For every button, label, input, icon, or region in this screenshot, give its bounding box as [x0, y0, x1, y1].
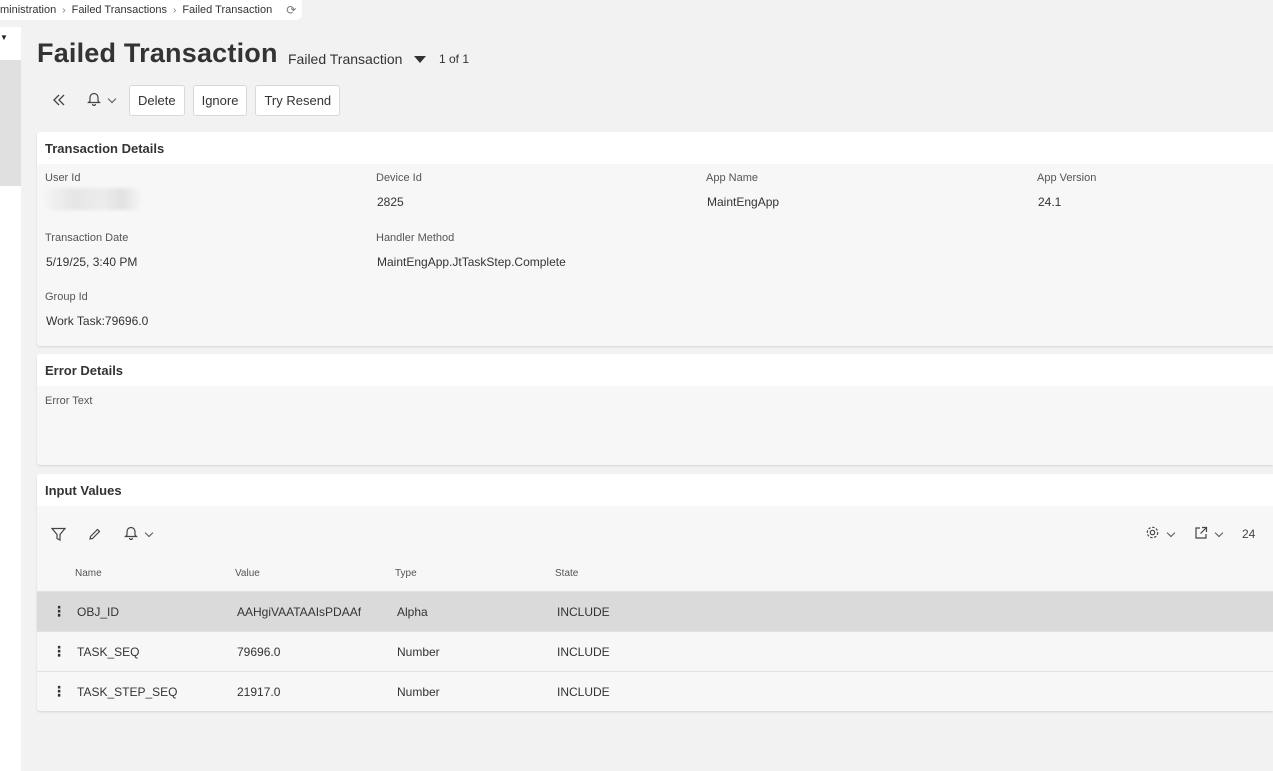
command-toolbar: Delete Ignore Try Resend	[45, 84, 348, 116]
pencil-icon[interactable]	[88, 519, 102, 549]
panel-title: Input Values	[37, 474, 1273, 506]
refresh-icon[interactable]: ⟳	[286, 3, 296, 17]
chevron-down-icon	[144, 528, 154, 537]
filter-icon[interactable]	[51, 519, 66, 549]
chevron-down-icon	[1214, 528, 1224, 537]
gear-icon	[1145, 525, 1160, 543]
export-menu[interactable]	[1194, 519, 1224, 549]
cell-state: INCLUDE	[557, 685, 610, 699]
field-label: App Version	[1037, 172, 1097, 184]
field-label: Handler Method	[376, 232, 455, 244]
chevron-right-icon: ›	[62, 4, 66, 16]
field-value: 2825	[377, 195, 404, 209]
page-title: Failed Transaction	[37, 38, 278, 68]
user-id-field: User Id	[45, 172, 141, 210]
cell-state: INCLUDE	[557, 605, 610, 619]
chevron-right-icon: ›	[172, 4, 177, 16]
cell-value: 79696.0	[237, 645, 281, 659]
settings-menu[interactable]	[1145, 519, 1176, 549]
nav-toggle-icon[interactable]: ▼	[0, 33, 10, 43]
record-selector-label: Failed Transaction	[288, 51, 403, 67]
kebab-icon[interactable]: ⋮	[52, 644, 66, 658]
error-details-panel: Error Details Error Text	[37, 354, 1273, 465]
breadcrumb-item-failed-transactions[interactable]: Failed Transactions	[72, 4, 167, 16]
export-icon	[1194, 526, 1208, 543]
device-id-field: Device Id 2825	[376, 172, 422, 209]
kebab-icon[interactable]: ⋮	[52, 604, 66, 618]
table-row[interactable]: ⋮ OBJ_ID AAHgiVAATAAIsPDAAf Alpha INCLUD…	[37, 591, 1273, 631]
field-label: Transaction Date	[45, 232, 129, 244]
field-label: App Name	[706, 172, 758, 184]
field-value: 24.1	[1038, 195, 1062, 209]
cell-value: 21917.0	[237, 685, 281, 699]
cell-name: OBJ_ID	[77, 605, 120, 619]
app-name-field: App Name MaintEngApp	[706, 172, 779, 209]
field-value: 5/19/25, 3:40 PM	[46, 255, 138, 269]
chevron-down-icon	[107, 94, 117, 103]
cell-type: Alpha	[397, 605, 428, 619]
redacted-value	[45, 188, 141, 210]
field-value: MaintEngApp	[707, 195, 780, 209]
field-label: Device Id	[376, 172, 422, 184]
double-chevron-left-icon[interactable]	[45, 85, 73, 115]
error-text-field: Error Text	[45, 395, 92, 418]
transaction-details-panel: Transaction Details User Id Device Id 28…	[37, 132, 1273, 346]
cell-state: INCLUDE	[557, 645, 610, 659]
cell-type: Number	[397, 685, 440, 699]
breadcrumb-item-administration[interactable]: ministration	[0, 4, 56, 16]
cell-name: TASK_SEQ	[77, 645, 140, 659]
chevron-down-icon	[1166, 528, 1176, 537]
field-value: Work Task:79696.0	[46, 314, 149, 328]
handler-method-field: Handler Method MaintEngApp.JtTaskStep.Co…	[376, 232, 566, 269]
column-header-state[interactable]: State	[555, 568, 578, 579]
panel-title: Error Details	[37, 354, 1273, 386]
table-row[interactable]: ⋮ TASK_SEQ 79696.0 Number INCLUDE	[37, 631, 1273, 671]
bell-icon	[87, 91, 101, 109]
ignore-button[interactable]: Ignore	[192, 84, 248, 116]
cell-name: TASK_STEP_SEQ	[77, 685, 178, 699]
delete-button[interactable]: Delete	[129, 84, 185, 116]
record-pager: 1 of 1	[439, 52, 470, 66]
column-header-name[interactable]: Name	[75, 568, 102, 579]
cell-type: Number	[397, 645, 440, 659]
column-header-type[interactable]: Type	[395, 568, 417, 579]
field-label: User Id	[45, 172, 81, 184]
try-resend-button[interactable]: Try Resend	[255, 84, 341, 116]
input-values-panel: Input Values 24 Name Value Type State ⋮ …	[37, 474, 1273, 711]
field-label: Error Text	[45, 395, 93, 407]
table-row[interactable]: ⋮ TASK_STEP_SEQ 21917.0 Number INCLUDE	[37, 671, 1273, 711]
app-version-field: App Version 24.1	[1037, 172, 1096, 209]
kebab-icon[interactable]: ⋮	[52, 684, 66, 698]
column-header-value[interactable]: Value	[235, 568, 260, 579]
breadcrumb: ministration › Failed Transactions › Fai…	[0, 0, 303, 20]
transaction-date-field: Transaction Date 5/19/25, 3:40 PM	[45, 232, 137, 269]
record-selector[interactable]: Failed Transaction	[288, 51, 427, 67]
panel-title: Transaction Details	[37, 132, 1273, 164]
nav-selected-item[interactable]	[0, 60, 21, 186]
notification-menu[interactable]	[87, 91, 117, 109]
grid-notification-menu[interactable]	[124, 519, 154, 549]
grid-toolbar: 24	[37, 519, 1273, 549]
breadcrumb-item-failed-transaction: Failed Transaction	[182, 4, 273, 16]
group-id-field: Group Id Work Task:79696.0	[45, 291, 148, 328]
field-value: MaintEngApp.JtTaskStep.Complete	[377, 255, 566, 269]
caret-down-icon	[414, 55, 427, 63]
bell-icon	[124, 525, 138, 543]
cell-value: AAHgiVAATAAIsPDAAf	[237, 605, 362, 619]
record-count: 24	[1242, 527, 1256, 541]
left-navigation: ▼	[0, 27, 21, 771]
field-label: Group Id	[45, 291, 88, 303]
